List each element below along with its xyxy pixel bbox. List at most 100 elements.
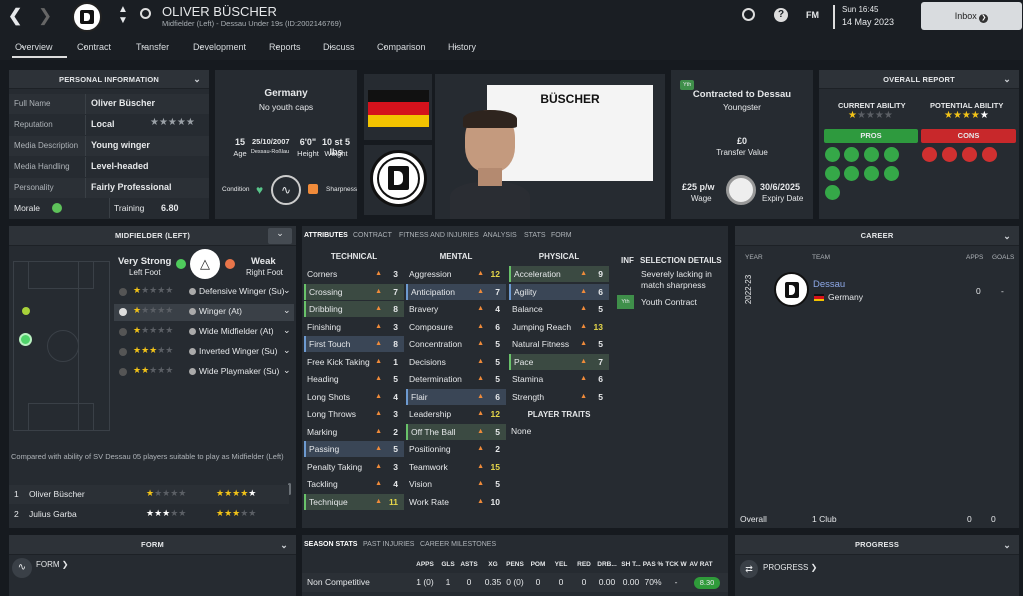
con-attribute-icon [942,147,957,162]
chevron-down-icon[interactable]: ⌄ [283,305,291,316]
personal-label: Full Name [14,99,51,108]
attr-tab-1[interactable]: CONTRACT [353,232,392,239]
help-icon[interactable]: ? [774,8,788,22]
overall-report-panel: OVERALL REPORT ⌄ [819,70,1019,219]
list-player-name[interactable]: Julius Garba [29,509,77,519]
chevron-down-icon[interactable]: ⌄ [283,325,291,336]
role-name[interactable]: Winger (At) [199,306,242,316]
chevron-down-icon[interactable]: ⌄ [283,285,291,296]
season-tab-0[interactable]: SEASON STATS [304,541,357,548]
fm-icon[interactable]: FM [806,10,819,20]
attribute-value: 5 [598,339,603,349]
switch-player-icon[interactable]: ▲ ▼ [118,4,128,26]
role-radio[interactable] [119,368,127,376]
role-name[interactable]: Wide Playmaker (Su) [199,366,279,376]
attribute-row: Leadership ▲ 12 [406,406,506,422]
attribute-name: Heading [307,374,339,384]
list-player-name[interactable]: Oliver Büscher [29,489,85,499]
attribute-value: 3 [393,461,398,472]
club-badge-icon[interactable] [72,2,102,32]
season-tab-1[interactable]: PAST INJURIES [363,541,414,548]
info-icon[interactable] [189,308,196,315]
role-radio[interactable] [119,328,127,336]
role-radio[interactable] [119,308,127,316]
career-apps: 0 [976,286,981,296]
role-radio[interactable] [119,348,127,356]
current-ability-label: CURRENT ABILITY [838,101,906,110]
attribute-name: Aggression [409,269,452,279]
personal-label: Personality [14,183,54,192]
progress-link[interactable]: PROGRESS ❯ [763,563,817,572]
position-dropdown[interactable]: ⌄ [268,228,292,244]
panel-title: CAREER [860,231,894,240]
transfer-value: £0 [736,136,747,146]
form-link[interactable]: FORM ❯ [36,560,69,569]
attribute-value: 8 [393,304,398,314]
panel-title: MIDFIELDER (LEFT) [114,231,191,240]
tab-underline [12,56,67,58]
chevron-down-icon[interactable]: ⌄ [1003,70,1011,89]
list-potential-stars: ★★★★★ [216,488,257,498]
attr-tab-3[interactable]: ANALYSIS [483,232,517,239]
info-icon[interactable] [189,348,196,355]
season-col-header: ASTS [460,561,478,568]
chevron-down-icon: ⌄ [328,43,334,50]
attribute-name: Composure [409,321,453,332]
chevron-down-icon[interactable]: ⌄ [283,345,291,356]
attribute-value: 12 [490,409,500,419]
arrow-up-icon: ▲ [375,445,382,452]
season-tab-2[interactable]: CAREER MILESTONES [420,541,496,548]
chevron-down-icon[interactable]: ⌄ [283,365,291,376]
chevron-down-icon: ⌄ [453,43,459,50]
attr-tab-4[interactable]: STATS [524,232,546,239]
progress-link-label: PROGRESS [763,563,809,572]
strong-foot-dot [176,259,186,269]
attribute-value: 1 [393,356,398,367]
role-name[interactable]: Wide Midfielder (At) [199,326,274,336]
compare-text: Compared with ability of SV Dessau 05 pl… [11,452,284,461]
attribute-value: 13 [593,321,603,332]
chevron-down-icon[interactable]: ⌄ [1003,226,1011,246]
info-icon[interactable] [189,288,196,295]
condition-label: Condition [222,186,250,193]
attribute-name: Bravery [409,304,439,314]
pro-attribute-icon [864,166,879,181]
attribute-value: 7 [495,286,500,297]
search-icon[interactable] [140,8,151,19]
attribute-row: Teamwork ▲ 15 [406,459,506,475]
attr-tab-2[interactable]: FITNESS AND INJURIES [399,232,479,239]
chevron-down-icon: ⌄ [141,43,147,50]
attr-tab-5[interactable]: FORM [551,232,572,239]
info-icon[interactable] [189,328,196,335]
chevron-down-icon: ⌄ [382,43,388,50]
weak-foot: Weak [251,256,276,267]
chevron-down-icon[interactable]: ⌄ [1003,535,1011,555]
attribute-name: Acceleration [514,269,561,279]
personal-label: Media Handling [14,162,70,171]
role-radio[interactable] [119,288,127,296]
attribute-name: Technique [309,496,348,507]
role-name[interactable]: Inverted Winger (Su) [199,346,277,356]
attribute-name: Jumping Reach [512,321,572,332]
chevron-down-icon[interactable]: ⌄ [280,535,288,555]
attribute-row: Passing ▲ 5 [304,441,404,457]
training-label: Training [114,203,145,213]
attr-tab-0[interactable]: ATTRIBUTES [304,232,348,239]
panel-title: FORM [141,540,164,549]
game-time: Sun 16:45 [842,5,879,14]
attribute-value: 11 [389,496,398,507]
personal-value: Local [91,119,115,129]
inbox-button[interactable]: Inbox ❯ [921,2,1022,30]
attribute-value: 4 [393,391,398,402]
career-club[interactable]: Dessau [813,279,845,290]
back-icon[interactable]: ❮ [8,6,22,26]
globe-icon[interactable] [742,8,755,21]
attribute-value: 6 [598,374,603,384]
attribute-value: 5 [495,374,500,384]
role-name[interactable]: Defensive Winger (Su) [199,286,285,296]
info-icon[interactable] [189,368,196,375]
personal-label: Media Description [14,141,79,150]
forward-icon[interactable]: ❯ [38,6,52,26]
attribute-value: 8 [393,339,398,349]
chevron-down-icon[interactable]: ⌄ [193,70,201,89]
